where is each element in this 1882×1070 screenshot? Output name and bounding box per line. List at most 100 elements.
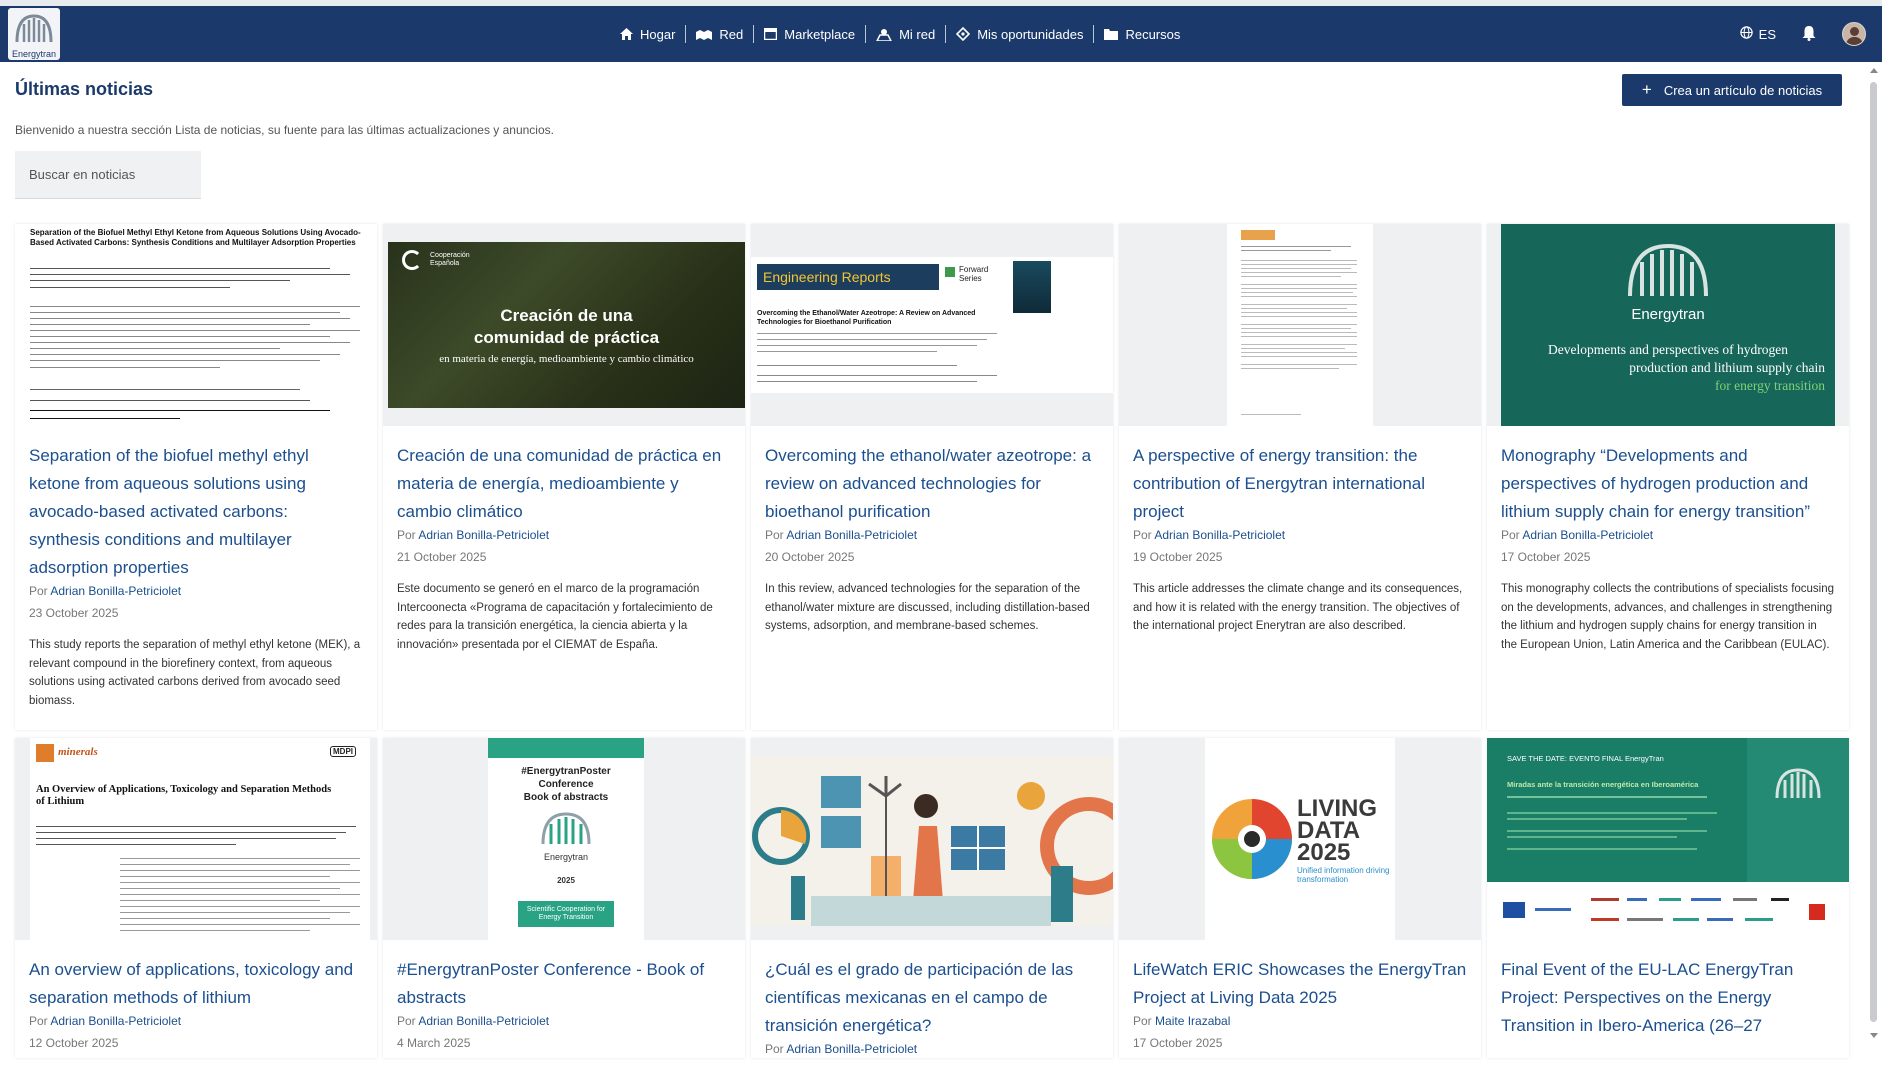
forward-series-icon (945, 267, 955, 277)
by-label: Por (397, 528, 416, 542)
nav-item-red[interactable]: Red (686, 24, 753, 44)
scroll-down-arrow-icon[interactable] (1870, 1033, 1878, 1038)
poster-tagline: Unified information driving transformati… (1297, 866, 1390, 884)
news-title[interactable]: Overcoming the ethanol/water azeotrope: … (765, 442, 1099, 526)
language-label: ES (1758, 26, 1776, 42)
folder-icon (1104, 28, 1119, 40)
nav-divider (1093, 25, 1095, 43)
news-title[interactable]: LifeWatch ERIC Showcases the EnergyTran … (1133, 956, 1467, 1012)
energytran-logo[interactable]: Energytran (8, 8, 60, 60)
by-label: Por (1501, 528, 1520, 542)
news-card[interactable]: minerals MDPI An Overview of Application… (15, 738, 377, 1058)
page-subtitle: Bienvenido a nuestra sección Lista de no… (15, 123, 554, 137)
news-date: 12 October 2025 (29, 1036, 119, 1050)
eu-flag-icon (1503, 902, 1525, 918)
globe-icon (1739, 26, 1753, 42)
page-scrollbar[interactable] (1870, 68, 1878, 1038)
banner-kicker: SAVE THE DATE: EVENTO FINAL EnergyTran (1507, 754, 1664, 763)
news-date: 23 October 2025 (29, 606, 119, 620)
news-title[interactable]: Final Event of the EU-LAC EnergyTran Pro… (1501, 956, 1835, 1040)
news-title[interactable]: #EnergytranPoster Conference - Book of a… (397, 956, 731, 1012)
news-card[interactable]: Cooperación Española Creación de una com… (383, 224, 745, 730)
nav-divider (685, 25, 687, 43)
news-byline: Por Adrian Bonilla-Petriciolet (29, 1014, 363, 1028)
search-news-input[interactable] (15, 151, 201, 199)
thumb-paper-title: An Overview of Applications, Toxicology … (36, 784, 332, 807)
news-card[interactable]: Engineering Reports Forward Series Overc… (751, 224, 1113, 730)
news-byline: Por Adrian Bonilla-Petriciolet (765, 1042, 1099, 1056)
news-title[interactable]: Creación de una comunidad de práctica en… (397, 442, 731, 526)
news-byline: Por Maite Irazabal (1133, 1014, 1467, 1028)
news-title[interactable]: Monography “Developments and perspective… (1501, 442, 1835, 526)
cover-line-2: Conference (538, 779, 594, 790)
forward-series-label: Forward Series (959, 265, 989, 283)
news-thumbnail: Cooperación Española Creación de una com… (383, 224, 745, 426)
news-card[interactable]: LIVING DATA 2025 Unified information dri… (1119, 738, 1481, 1058)
cover-title-1: Developments and perspectives of hydroge… (1548, 342, 1788, 357)
news-excerpt: This article addresses the climate chang… (1133, 583, 1463, 632)
bell-icon[interactable] (1802, 25, 1816, 44)
author-link[interactable]: Adrian Bonilla-Petriciolet (786, 1042, 917, 1056)
nav-item-hogar[interactable]: Hogar (610, 24, 685, 44)
energytran-logo-icon (1775, 768, 1821, 799)
nav-label: Hogar (640, 26, 676, 42)
news-date: 4 March 2025 (397, 1036, 471, 1050)
news-card[interactable]: Energytran Developments and perspectives… (1487, 224, 1849, 730)
author-link[interactable]: Adrian Bonilla-Petriciolet (418, 1014, 549, 1028)
thumb-heading-1: Creación de una (500, 306, 633, 325)
news-byline: Por Adrian Bonilla-Petriciolet (397, 528, 731, 542)
article-page-preview: minerals MDPI An Overview of Application… (30, 738, 370, 940)
news-card[interactable]: #EnergytranPoster Conference Book of abs… (383, 738, 745, 1058)
scroll-up-arrow-icon[interactable] (1870, 68, 1878, 73)
author-link[interactable]: Adrian Bonilla-Petriciolet (1522, 528, 1653, 542)
news-title[interactable]: A perspective of energy transition: the … (1133, 442, 1467, 526)
language-selector[interactable]: ES (1739, 26, 1776, 42)
by-label: Por (397, 1014, 416, 1028)
author-link[interactable]: Adrian Bonilla-Petriciolet (786, 528, 917, 542)
author-link[interactable]: Adrian Bonilla-Petriciolet (50, 1014, 181, 1028)
by-label: Por (29, 584, 48, 598)
banner-heading: Miradas ante la transición energética en… (1507, 780, 1699, 789)
cover-brand: Energytran (543, 852, 589, 862)
author-link[interactable]: Adrian Bonilla-Petriciolet (50, 584, 181, 598)
by-label: Por (29, 1014, 48, 1028)
tag-icon (956, 27, 971, 41)
news-excerpt: Este documento se generó en el marco de … (397, 583, 713, 651)
article-page-preview (1227, 224, 1373, 426)
author-link[interactable]: Adrian Bonilla-Petriciolet (1154, 528, 1285, 542)
scrollbar-thumb[interactable] (1870, 82, 1877, 1022)
book-cover: #EnergytranPoster Conference Book of abs… (488, 738, 644, 940)
plus-icon: + (1641, 80, 1652, 99)
nav-item-recursos[interactable]: Recursos (1094, 24, 1190, 44)
news-date: 17 October 2025 (1133, 1036, 1223, 1050)
home-icon (620, 28, 633, 40)
cover-line-1: #EnergytranPoster (521, 766, 611, 777)
nav-label: Mis oportunidades (977, 26, 1084, 42)
author-link[interactable]: Maite Irazabal (1155, 1014, 1230, 1028)
news-card[interactable]: Separation of the Biofuel Methyl Ethyl K… (15, 224, 377, 730)
nav-item-marketplace[interactable]: Marketplace (754, 24, 865, 44)
news-date: 19 October 2025 (1133, 550, 1223, 564)
thumb-subheading: en materia de energía, medioambiente y c… (439, 353, 694, 365)
nav-item-mi-red[interactable]: Mi red (866, 24, 945, 44)
nav-label: Red (719, 26, 744, 42)
by-label: Por (765, 528, 784, 542)
event-banner: SAVE THE DATE: EVENTO FINAL EnergyTran M… (1487, 738, 1849, 882)
by-label: Por (765, 1042, 784, 1056)
news-title[interactable]: Separation of the biofuel methyl ethyl k… (29, 442, 363, 582)
user-avatar[interactable] (1842, 22, 1866, 46)
news-card[interactable]: A perspective of energy transition: the … (1119, 224, 1481, 730)
news-thumbnail: Separation of the Biofuel Methyl Ethyl K… (15, 224, 377, 426)
news-title[interactable]: ¿Cuál es el grado de participación de la… (765, 956, 1099, 1040)
nav-item-mis-oportunidades[interactable]: Mis oportunidades (946, 24, 1093, 44)
create-news-article-button[interactable]: + Crea un artículo de noticias (1622, 74, 1842, 106)
news-card[interactable]: ¿Cuál es el grado de participación de la… (751, 738, 1113, 1058)
author-link[interactable]: Adrian Bonilla-Petriciolet (418, 528, 549, 542)
news-title[interactable]: An overview of applications, toxicology … (29, 956, 363, 1012)
nav-label: Marketplace (784, 26, 856, 42)
news-card[interactable]: SAVE THE DATE: EVENTO FINAL EnergyTran M… (1487, 738, 1849, 1058)
thumb-paper-title: Overcoming the Ethanol/Water Azeotrope: … (757, 310, 976, 326)
news-byline: Por Adrian Bonilla-Petriciolet (1501, 528, 1835, 542)
by-label: Por (1133, 528, 1152, 542)
nav-divider (865, 25, 867, 43)
